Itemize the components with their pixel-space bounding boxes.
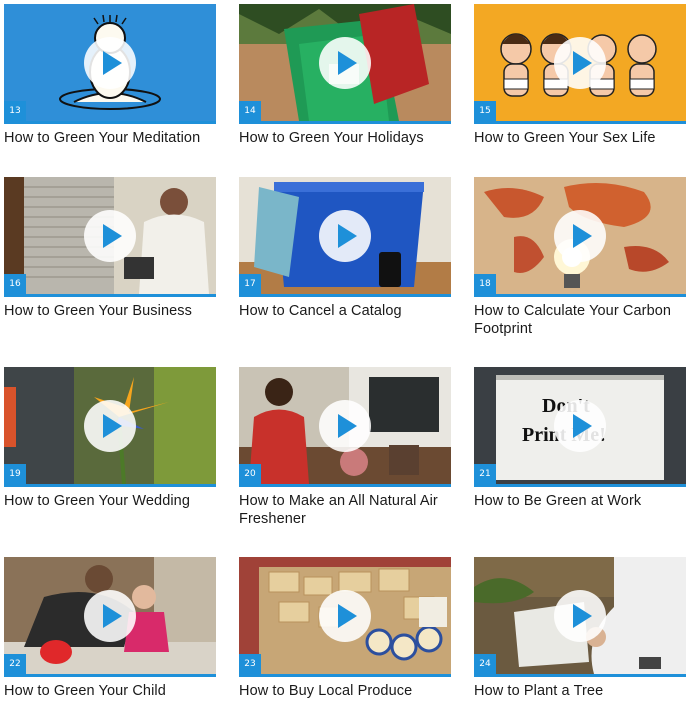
play-icon (338, 604, 357, 628)
play-icon (573, 604, 592, 628)
video-thumbnail[interactable]: 18 (474, 177, 686, 297)
video-title[interactable]: How to Be Green at Work (474, 492, 686, 510)
video-card-24[interactable]: 24 How to Plant a Tree (474, 557, 686, 700)
video-number: 22 (4, 654, 26, 674)
play-icon (103, 224, 122, 248)
video-title[interactable]: How to Green Your Wedding (4, 492, 216, 510)
play-icon (338, 414, 357, 438)
video-title[interactable]: How to Green Your Meditation (4, 129, 216, 147)
video-title[interactable]: How to Green Your Holidays (239, 129, 451, 147)
video-title[interactable]: How to Plant a Tree (474, 682, 686, 700)
video-card-16[interactable]: 16 How to Green Your Business (4, 177, 216, 320)
video-thumbnail[interactable]: 24 (474, 557, 686, 677)
play-icon (573, 224, 592, 248)
play-icon (338, 51, 357, 75)
video-thumbnail[interactable]: Don't Print Me! 21 (474, 367, 686, 487)
video-thumbnail[interactable]: 17 (239, 177, 451, 297)
video-thumbnail[interactable]: 23 (239, 557, 451, 677)
video-card-19[interactable]: 19 How to Green Your Wedding (4, 367, 216, 510)
video-number: 18 (474, 274, 496, 294)
play-icon (103, 604, 122, 628)
video-card-20[interactable]: 20 How to Make an All Natural Air Freshe… (239, 367, 451, 528)
video-title[interactable]: How to Cancel a Catalog (239, 302, 451, 320)
video-number: 21 (474, 464, 496, 484)
play-icon (573, 414, 592, 438)
video-title[interactable]: How to Make an All Natural Air Freshener (239, 492, 451, 528)
play-button[interactable] (319, 210, 371, 262)
video-card-14[interactable]: 14 How to Green Your Holidays (239, 4, 451, 147)
play-button[interactable] (319, 37, 371, 89)
video-thumbnail[interactable]: 15 (474, 4, 686, 124)
video-thumbnail[interactable]: 20 (239, 367, 451, 487)
video-number: 14 (239, 101, 261, 121)
video-title[interactable]: How to Green Your Business (4, 302, 216, 320)
video-number: 24 (474, 654, 496, 674)
video-number: 13 (4, 101, 26, 121)
video-thumbnail[interactable]: 19 (4, 367, 216, 487)
play-button[interactable] (84, 210, 136, 262)
video-card-22[interactable]: 22 How to Green Your Child (4, 557, 216, 700)
play-icon (103, 51, 122, 75)
video-number: 15 (474, 101, 496, 121)
video-card-23[interactable]: 23 How to Buy Local Produce (239, 557, 451, 700)
video-number: 19 (4, 464, 26, 484)
play-button[interactable] (84, 400, 136, 452)
play-icon (338, 224, 357, 248)
video-grid: 13 How to Green Your Meditation 14 How t… (0, 0, 690, 705)
video-thumbnail[interactable]: 22 (4, 557, 216, 677)
video-title[interactable]: How to Green Your Child (4, 682, 216, 700)
video-number: 16 (4, 274, 26, 294)
video-number: 20 (239, 464, 261, 484)
play-icon (573, 51, 592, 75)
play-button[interactable] (84, 37, 136, 89)
video-number: 23 (239, 654, 261, 674)
video-card-15[interactable]: 15 How to Green Your Sex Life (474, 4, 686, 147)
play-icon (103, 414, 122, 438)
video-thumbnail[interactable]: 16 (4, 177, 216, 297)
play-button[interactable] (554, 400, 606, 452)
play-button[interactable] (554, 590, 606, 642)
play-button[interactable] (554, 210, 606, 262)
video-thumbnail[interactable]: 14 (239, 4, 451, 124)
video-card-18[interactable]: 18 How to Calculate Your Carbon Footprin… (474, 177, 686, 338)
video-thumbnail[interactable]: 13 (4, 4, 216, 124)
play-button[interactable] (554, 37, 606, 89)
video-title[interactable]: How to Calculate Your Carbon Footprint (474, 302, 686, 338)
video-card-21[interactable]: Don't Print Me! 21 How to Be Green at Wo… (474, 367, 686, 510)
video-card-13[interactable]: 13 How to Green Your Meditation (4, 4, 216, 147)
play-button[interactable] (319, 400, 371, 452)
video-number: 17 (239, 274, 261, 294)
play-button[interactable] (319, 590, 371, 642)
play-button[interactable] (84, 590, 136, 642)
video-card-17[interactable]: 17 How to Cancel a Catalog (239, 177, 451, 320)
video-title[interactable]: How to Buy Local Produce (239, 682, 451, 700)
video-title[interactable]: How to Green Your Sex Life (474, 129, 686, 147)
